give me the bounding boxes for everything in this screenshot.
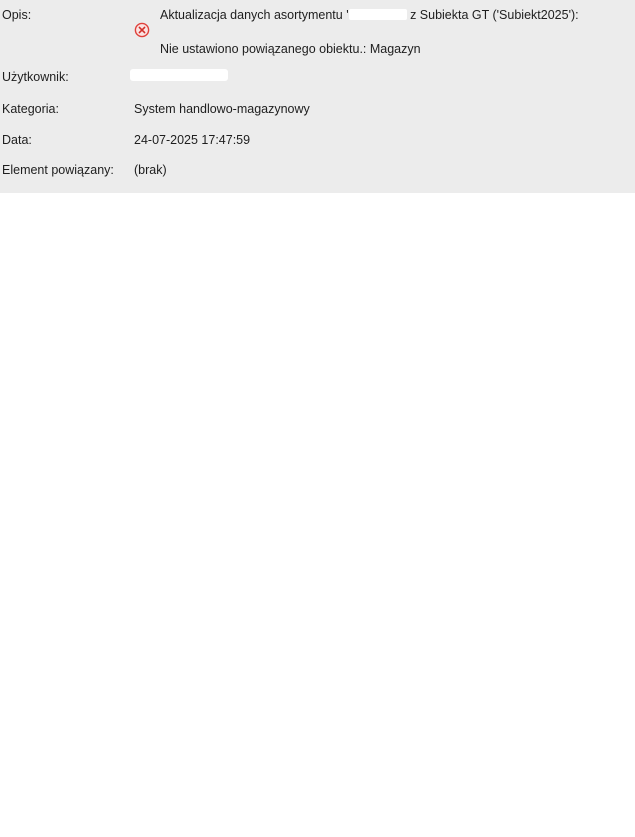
opis-label: Opis: bbox=[2, 8, 32, 22]
data-value: 24-07-2025 17:47:59 bbox=[134, 133, 251, 147]
error-circle-x-icon bbox=[134, 22, 150, 38]
opis-line-1-end: z Subiekta GT ('Subiekt2025'): bbox=[406, 8, 579, 22]
uzytkownik-label: Użytkownik: bbox=[2, 70, 69, 84]
data-label: Data: bbox=[2, 133, 32, 147]
element-powiazany-value: (brak) bbox=[134, 163, 167, 177]
opis-line-2: Nie ustawiono powiązanego obiektu.: Maga… bbox=[160, 42, 421, 56]
opis-line-1: Aktualizacja danych asortymentu ' z Subi… bbox=[160, 7, 579, 23]
kategoria-label: Kategoria: bbox=[2, 102, 59, 116]
kategoria-value: System handlowo-magazynowy bbox=[134, 102, 310, 116]
redacted-product-name bbox=[348, 9, 407, 20]
opis-line-1-start: Aktualizacja danych asortymentu ' bbox=[160, 8, 349, 22]
event-details-panel: Opis: Aktualizacja danych asortymentu ' … bbox=[0, 0, 635, 193]
redacted-user-value bbox=[130, 69, 228, 81]
element-powiazany-label: Element powiązany: bbox=[2, 163, 114, 177]
